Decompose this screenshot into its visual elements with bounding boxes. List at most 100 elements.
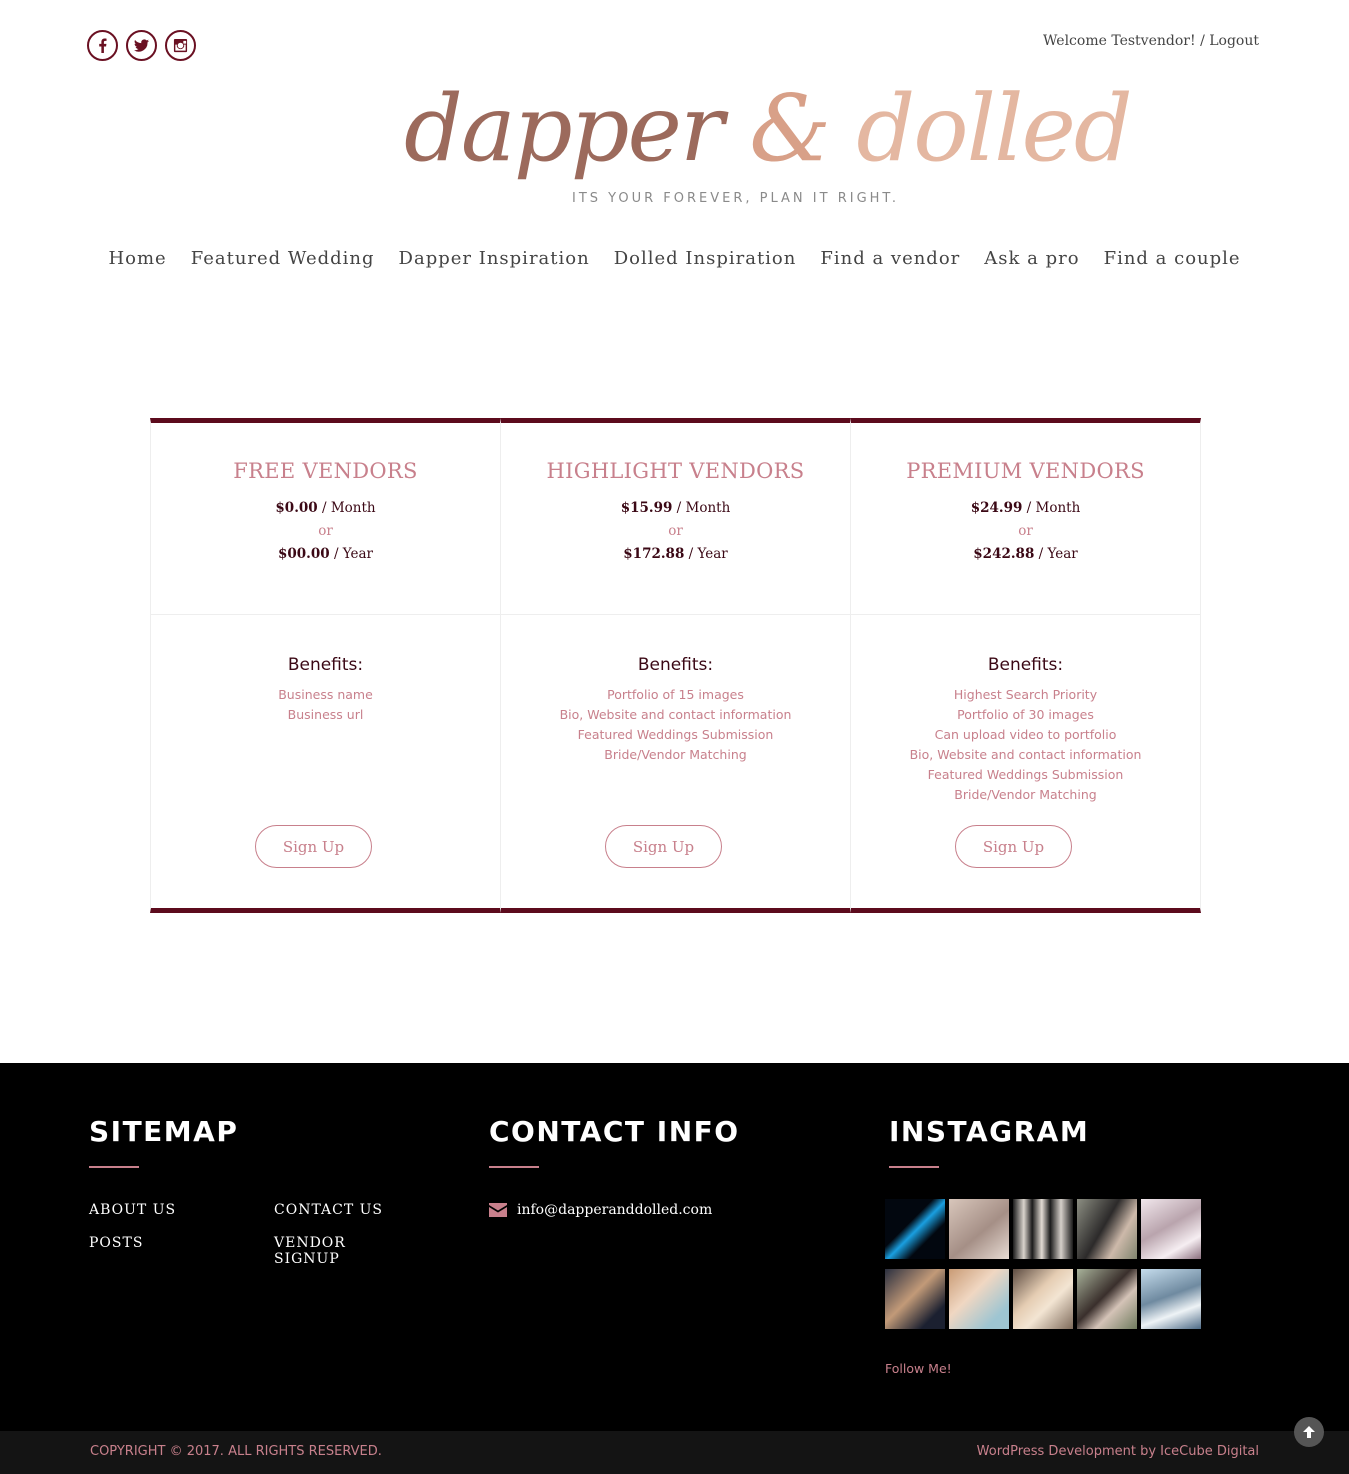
facebook-icon — [99, 38, 107, 53]
developer-credit-link[interactable]: WordPress Development by IceCube Digital — [977, 1444, 1259, 1459]
instagram-photo[interactable] — [1141, 1269, 1201, 1329]
instagram-photo[interactable] — [949, 1199, 1009, 1259]
benefits-list: Business name Business url — [151, 685, 500, 725]
benefits-list: Highest Search Priority Portfolio of 30 … — [851, 685, 1200, 805]
site-logo[interactable]: dapper & dolled ITS YOUR FOREVER, PLAN I… — [390, 65, 1133, 235]
plan-premium: PREMIUM VENDORS $24.99 / Month or $242.8… — [850, 418, 1201, 913]
arrow-up-icon — [1303, 1426, 1315, 1438]
title-divider — [889, 1166, 939, 1168]
benefit-item: Can upload video to portfolio — [934, 727, 1117, 742]
price-or: or — [668, 523, 683, 539]
logo-word-dolled: dolled — [856, 75, 1132, 182]
benefit-item: Bio, Website and contact information — [909, 747, 1142, 762]
logout-link[interactable]: Logout — [1209, 33, 1259, 49]
instagram-photo[interactable] — [1077, 1269, 1137, 1329]
plan-header: PREMIUM VENDORS $24.99 / Month or $242.8… — [851, 423, 1200, 615]
benefit-item: Featured Weddings Submission — [927, 767, 1124, 782]
price-or: or — [318, 523, 333, 539]
month-unit: / Month — [676, 500, 731, 516]
footer-link-about-us[interactable]: ABOUT US — [89, 1202, 176, 1218]
signup-button-highlight[interactable]: Sign Up — [605, 825, 722, 868]
instagram-icon — [173, 38, 188, 53]
nav-find-a-couple[interactable]: Find a couple — [1104, 248, 1241, 269]
logo-word-dapper: dapper — [404, 75, 724, 182]
plan-body: Benefits: Business name Business url — [151, 615, 500, 725]
sitemap-title: SITEMAP — [89, 1115, 239, 1148]
monthly-price: $15.99 — [620, 500, 673, 516]
benefit-item: Bride/Vendor Matching — [954, 787, 1097, 802]
signup-button-free[interactable]: Sign Up — [255, 825, 372, 868]
instagram-photo[interactable] — [885, 1199, 945, 1259]
logo-ampersand: & — [749, 75, 831, 182]
instagram-follow-link[interactable]: Follow Me! — [885, 1361, 952, 1376]
plan-title: PREMIUM VENDORS — [906, 459, 1145, 483]
footer-link-vendor-signup[interactable]: VENDOR SIGNUP — [274, 1235, 409, 1267]
site-footer: SITEMAP ABOUT US CONTACT US POSTS VENDOR… — [0, 1063, 1349, 1431]
benefits-title: Benefits: — [987, 655, 1064, 675]
plan-highlight: HIGHLIGHT VENDORS $15.99 / Month or $172… — [500, 418, 850, 913]
nav-dapper-inspiration[interactable]: Dapper Inspiration — [399, 248, 590, 269]
title-divider — [489, 1166, 539, 1168]
welcome-bar: Welcome Testvendor! / Logout — [1043, 33, 1259, 49]
plan-header: HIGHLIGHT VENDORS $15.99 / Month or $172… — [501, 423, 850, 615]
month-unit: / Month — [321, 500, 376, 516]
instagram-feed — [885, 1199, 1201, 1329]
nav-featured-wedding[interactable]: Featured Wedding — [191, 248, 375, 269]
benefit-item: Portfolio of 15 images — [607, 687, 744, 702]
social-links — [87, 30, 196, 61]
pricing-table: FREE VENDORS $0.00 / Month or $00.00 / Y… — [150, 418, 1201, 913]
benefit-item: Highest Search Priority — [953, 687, 1098, 702]
logo-tagline: ITS YOUR FOREVER, PLAN IT RIGHT. — [572, 191, 899, 206]
scroll-to-top-button[interactable] — [1294, 1417, 1324, 1447]
benefit-item: Featured Weddings Submission — [577, 727, 774, 742]
twitter-link[interactable] — [126, 30, 157, 61]
title-divider — [89, 1166, 139, 1168]
instagram-photo[interactable] — [1077, 1199, 1137, 1259]
yearly-price: $172.88 — [623, 546, 685, 562]
plan-body: Benefits: Highest Search Priority Portfo… — [851, 615, 1200, 805]
monthly-price: $24.99 — [970, 500, 1023, 516]
facebook-link[interactable] — [87, 30, 118, 61]
footer-link-posts[interactable]: POSTS — [89, 1235, 143, 1251]
sitemap-links: ABOUT US CONTACT US POSTS VENDOR SIGNUP — [89, 1202, 409, 1267]
nav-find-a-vendor[interactable]: Find a vendor — [820, 248, 960, 269]
yearly-price: $00.00 — [277, 546, 330, 562]
monthly-price: $0.00 — [275, 500, 318, 516]
footer-link-contact-us[interactable]: CONTACT US — [274, 1202, 383, 1218]
footer-instagram: INSTAGRAM — [885, 1115, 1201, 1329]
logo-wordmark: dapper & dolled — [404, 75, 1133, 182]
instagram-photo[interactable] — [1141, 1199, 1201, 1259]
benefit-item: Portfolio of 30 images — [957, 707, 1094, 722]
contact-email-link[interactable]: info@dapperanddolled.com — [517, 1202, 712, 1218]
instagram-photo[interactable] — [1013, 1269, 1073, 1329]
instagram-photo[interactable] — [949, 1269, 1009, 1329]
contact-email-row: info@dapperanddolled.com — [489, 1202, 740, 1218]
instagram-photo[interactable] — [1013, 1199, 1073, 1259]
plan-header: FREE VENDORS $0.00 / Month or $00.00 / Y… — [151, 423, 500, 615]
benefit-item: Business url — [287, 707, 364, 722]
copyright-bar: COPYRIGHT © 2017. ALL RIGHTS RESERVED. W… — [0, 1431, 1349, 1474]
plan-title: FREE VENDORS — [233, 459, 418, 483]
instagram-photo[interactable] — [885, 1269, 945, 1329]
yearly-price: $242.88 — [973, 546, 1035, 562]
nav-home[interactable]: Home — [108, 248, 166, 269]
year-unit: / Year — [1038, 546, 1078, 562]
benefit-item: Business name — [278, 687, 373, 702]
instagram-link[interactable] — [165, 30, 196, 61]
plan-free: FREE VENDORS $0.00 / Month or $00.00 / Y… — [150, 418, 500, 913]
plan-body: Benefits: Portfolio of 15 images Bio, We… — [501, 615, 850, 765]
signup-button-premium[interactable]: Sign Up — [955, 825, 1072, 868]
nav-ask-a-pro[interactable]: Ask a pro — [984, 248, 1079, 269]
footer-contact: CONTACT INFO info@dapperanddolled.com — [489, 1115, 740, 1218]
contact-title: CONTACT INFO — [489, 1115, 740, 1148]
benefits-list: Portfolio of 15 images Bio, Website and … — [501, 685, 850, 765]
benefit-item: Bio, Website and contact information — [559, 707, 792, 722]
benefits-title: Benefits: — [637, 655, 714, 675]
plan-price: $24.99 / Month or $242.88 / Year — [851, 497, 1200, 566]
nav-dolled-inspiration[interactable]: Dolled Inspiration — [614, 248, 797, 269]
plan-price: $0.00 / Month or $00.00 / Year — [151, 497, 500, 566]
year-unit: / Year — [688, 546, 728, 562]
plan-title: HIGHLIGHT VENDORS — [546, 459, 805, 483]
envelope-icon — [489, 1203, 507, 1217]
price-or: or — [1018, 523, 1033, 539]
